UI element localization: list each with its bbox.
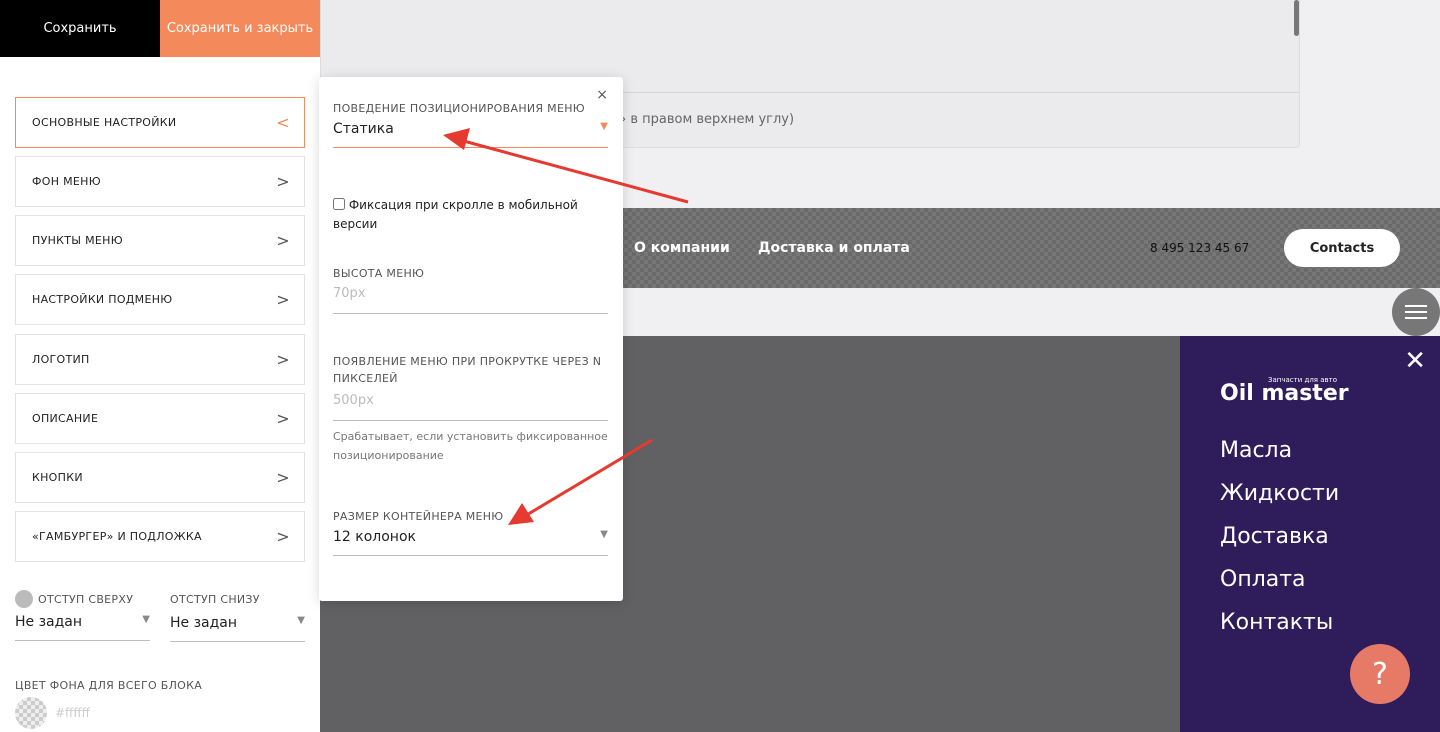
checkbox-label: Фиксация при скролле в мобильной версии [333, 198, 578, 231]
select-value: Не задан [15, 614, 83, 630]
bg-color-label: ЦВЕТ ФОНА ДЛЯ ВСЕГО БЛОКА [15, 679, 203, 692]
settings-sidebar: ОСНОВНЫЕ НАСТРОЙКИ < ФОН МЕНЮ > ПУНКТЫ МЕН… [0, 57, 320, 732]
logo: Oil master Запчасти для авто [1220, 376, 1349, 406]
color-value: #ffffff [55, 706, 90, 720]
sidebar-item-description[interactable]: ОПИСАНИЕ > [15, 393, 305, 444]
sidebar-item-menu-items[interactable]: ПУНКТЫ МЕНЮ > [15, 215, 305, 266]
chevron-left-icon: < [276, 113, 290, 132]
select-value: 12 колонок [333, 529, 416, 545]
field-label: ПОЯВЛЕНИЕ МЕНЮ ПРИ ПРОКРУТКЕ ЧЕРЕЗ N ПИК… [333, 355, 602, 385]
save-button[interactable]: Сохранить [0, 0, 160, 57]
caret-down-icon: ▼ [600, 121, 608, 132]
sidebar-item-label: КНОПКИ [32, 471, 83, 484]
close-icon[interactable]: × [596, 87, 608, 103]
padding-bottom-field: ОТСТУП СНИЗУ Не задан ▼ [170, 593, 305, 642]
chevron-right-icon: > [276, 527, 290, 546]
padding-top-label: ОТСТУП СВЕРХУ [38, 592, 134, 606]
field-label: ПОВЕДЕНИЕ ПОЗИЦИОНИРОВАНИЯ МЕНЮ [333, 102, 585, 115]
select-value: Статика [333, 121, 394, 137]
sidebar-item-label: ПУНКТЫ МЕНЮ [32, 234, 123, 247]
toolbar: Сохранить Сохранить и закрыть [0, 0, 320, 57]
mobile-menu-item[interactable]: Оплата [1220, 567, 1306, 592]
sidebar-item-menu-bg[interactable]: ФОН МЕНЮ > [15, 156, 305, 207]
padding-top-field: ОТСТУП СВЕРХУ Не задан ▼ [15, 590, 150, 641]
chevron-right-icon: > [276, 231, 290, 250]
chevron-right-icon: > [276, 172, 290, 191]
field-note: Срабатывает, если установить фиксированн… [333, 430, 608, 462]
sidebar-item-label: ФОН МЕНЮ [32, 175, 101, 188]
mobile-menu-item[interactable]: Контакты [1220, 610, 1333, 635]
mobile-menu-item[interactable]: Доставка [1220, 524, 1329, 549]
sidebar-item-buttons[interactable]: КНОПКИ > [15, 452, 305, 503]
positioning-select[interactable]: Статика ▼ [333, 115, 608, 148]
field-label: ВЫСОТА МЕНЮ [333, 267, 425, 280]
mobile-menu-item[interactable]: Жидкости [1220, 481, 1339, 506]
device-icon [15, 590, 33, 608]
sidebar-item-main-settings[interactable]: ОСНОВНЫЕ НАСТРОЙКИ < [15, 97, 305, 148]
sidebar-item-label: ЛОГОТИП [32, 353, 90, 366]
sidebar-item-hamburger[interactable]: «ГАМБУРГЕР» И ПОДЛОЖКА > [15, 511, 305, 562]
container-field: РАЗМЕР КОНТЕЙНЕРА МЕНЮ 12 колонок ▼ [333, 510, 608, 556]
fix-mobile-checkbox[interactable] [333, 198, 345, 210]
hamburger-icon[interactable] [1392, 288, 1440, 336]
sidebar-item-label: НАСТРОЙКИ ПОДМЕНЮ [32, 293, 173, 306]
hint-text: › в правом верхнем углу) [621, 112, 795, 127]
chevron-right-icon: > [276, 468, 290, 487]
scrollbar[interactable] [1294, 0, 1299, 36]
sidebar-item-label: «ГАМБУРГЕР» И ПОДЛОЖКА [32, 530, 202, 543]
fix-mobile-field: Фиксация при скролле в мобильной версии [333, 196, 608, 234]
container-select[interactable]: 12 колонок ▼ [333, 523, 608, 556]
appear-field: ПОЯВЛЕНИЕ МЕНЮ ПРИ ПРОКРУТКЕ ЧЕРЕЗ N ПИК… [333, 353, 608, 465]
caret-down-icon: ▼ [142, 614, 150, 625]
positioning-field: ПОВЕДЕНИЕ ПОЗИЦИОНИРОВАНИЯ МЕНЮ Статика ▼ [333, 102, 608, 148]
phone-number: 8 495 123 45 67 [1150, 241, 1250, 255]
main-settings-popup: × ПОВЕДЕНИЕ ПОЗИЦИОНИРОВАНИЯ МЕНЮ Статик… [319, 77, 623, 601]
chevron-right-icon: > [276, 350, 290, 369]
appear-input[interactable]: 500px [333, 387, 608, 421]
padding-top-select[interactable]: Не задан ▼ [15, 608, 150, 641]
height-input[interactable]: 70px [333, 280, 608, 314]
help-button[interactable]: ? [1350, 644, 1410, 704]
bg-color-picker[interactable]: #ffffff [15, 697, 90, 729]
sidebar-item-label: ОСНОВНЫЕ НАСТРОЙКИ [32, 116, 177, 129]
nav-link[interactable]: О компании [634, 240, 730, 256]
sidebar-item-submenu[interactable]: НАСТРОЙКИ ПОДМЕНЮ > [15, 274, 305, 325]
mobile-menu-item[interactable]: Масла [1220, 438, 1292, 463]
select-value: Не задан [170, 615, 238, 631]
sidebar-item-label: ОПИСАНИЕ [32, 412, 99, 425]
save-close-button[interactable]: Сохранить и закрыть [160, 0, 320, 57]
padding-bottom-select[interactable]: Не задан ▼ [170, 609, 305, 642]
mobile-menu: ✕ Oil master Запчасти для авто Масла Жидк… [1180, 336, 1440, 732]
caret-down-icon: ▼ [297, 615, 305, 626]
field-label: РАЗМЕР КОНТЕЙНЕРА МЕНЮ [333, 510, 504, 523]
chevron-right-icon: > [276, 290, 290, 309]
nav-link[interactable]: Доставка и оплата [758, 240, 910, 256]
color-swatch[interactable] [15, 697, 47, 729]
padding-bottom-label: ОТСТУП СНИЗУ [170, 593, 260, 606]
chevron-right-icon: > [276, 409, 290, 428]
close-icon[interactable]: ✕ [1404, 346, 1426, 376]
caret-down-icon: ▼ [600, 529, 608, 540]
contacts-button[interactable]: Contacts [1284, 229, 1400, 267]
sidebar-item-logo[interactable]: ЛОГОТИП > [15, 334, 305, 385]
height-field: ВЫСОТА МЕНЮ 70px [333, 267, 608, 314]
